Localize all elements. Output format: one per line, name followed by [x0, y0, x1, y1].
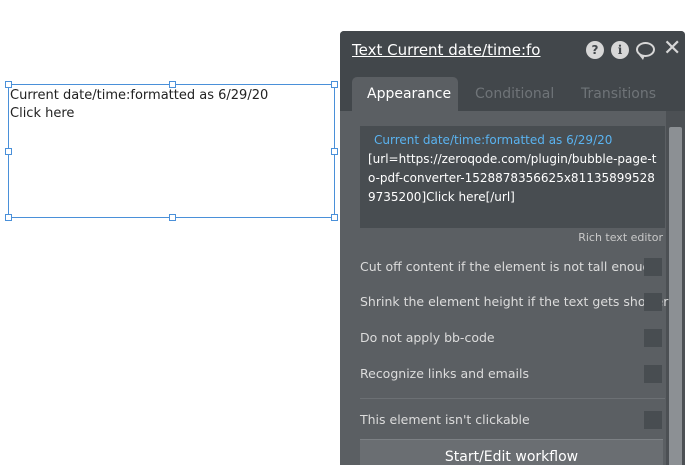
tab-transitions[interactable]: Transitions — [566, 77, 671, 111]
checkbox-cut-off-content[interactable] — [644, 258, 662, 276]
resize-handle-top[interactable] — [169, 81, 176, 88]
checkbox-recognize-links[interactable] — [644, 365, 662, 383]
panel-title[interactable]: Text Current date/time:fo — [352, 41, 541, 59]
option-no-bbcode: Do not apply bb-code — [360, 328, 665, 348]
resize-handle-bottom-right[interactable] — [331, 214, 338, 221]
tab-conditional[interactable]: Conditional — [460, 77, 569, 111]
resize-handle-bottom-left[interactable] — [5, 214, 12, 221]
resize-handle-right[interactable] — [331, 148, 338, 155]
element-text: Current date/time:formatted as 6/29/20 C… — [10, 87, 268, 123]
resize-handle-bottom[interactable] — [169, 214, 176, 221]
resize-handle-top-right[interactable] — [331, 81, 338, 88]
element-text-line1: Current date/time:formatted as 6/29/20 — [10, 88, 269, 103]
option-label: Shrink the element height if the text ge… — [360, 294, 669, 309]
bbcode-text: [url=https://zeroqode.com/plugin/bubble-… — [368, 152, 657, 204]
resize-handle-left[interactable] — [5, 148, 12, 155]
tab-appearance[interactable]: Appearance — [352, 77, 458, 111]
info-icon[interactable]: i — [611, 41, 629, 59]
help-icon[interactable]: ? — [586, 41, 604, 59]
option-label: Cut off content if the element is not ta… — [360, 259, 659, 274]
scrollbar-thumb[interactable] — [669, 127, 682, 465]
property-editor-panel: Text Current date/time:fo ? i ✕ Appearan… — [340, 31, 685, 465]
option-label: Recognize links and emails — [360, 366, 529, 381]
panel-tabs: Appearance Conditional Transitions — [340, 69, 685, 111]
close-icon[interactable]: ✕ — [663, 37, 681, 61]
checkbox-no-bbcode[interactable] — [644, 329, 662, 347]
panel-header[interactable]: Text Current date/time:fo ? i ✕ — [340, 31, 685, 69]
option-recognize-links: Recognize links and emails — [360, 364, 665, 384]
canvas-text-element[interactable]: Current date/time:formatted as 6/29/20 C… — [5, 81, 338, 221]
start-edit-workflow-button[interactable]: Start/Edit workflow — [360, 439, 663, 465]
checkbox-not-clickable[interactable] — [644, 411, 662, 429]
option-cut-off-content: Cut off content if the element is not ta… — [360, 257, 665, 277]
option-label: This element isn't clickable — [360, 412, 530, 427]
element-text-line2: Click here — [10, 106, 75, 121]
checkbox-shrink-height[interactable] — [644, 293, 662, 311]
rich-text-editor-link[interactable]: Rich text editor — [578, 231, 663, 244]
comment-icon[interactable] — [636, 42, 655, 60]
dynamic-expression[interactable]: Current date/time:formatted as 6/29/20 — [368, 131, 657, 150]
option-not-clickable: This element isn't clickable — [360, 410, 665, 430]
option-label: Do not apply bb-code — [360, 330, 495, 345]
option-shrink-height: Shrink the element height if the text ge… — [360, 292, 669, 312]
section-divider — [360, 398, 665, 399]
resize-handle-top-left[interactable] — [5, 81, 12, 88]
text-content-editor[interactable]: Current date/time:formatted as 6/29/20 [… — [360, 126, 665, 228]
